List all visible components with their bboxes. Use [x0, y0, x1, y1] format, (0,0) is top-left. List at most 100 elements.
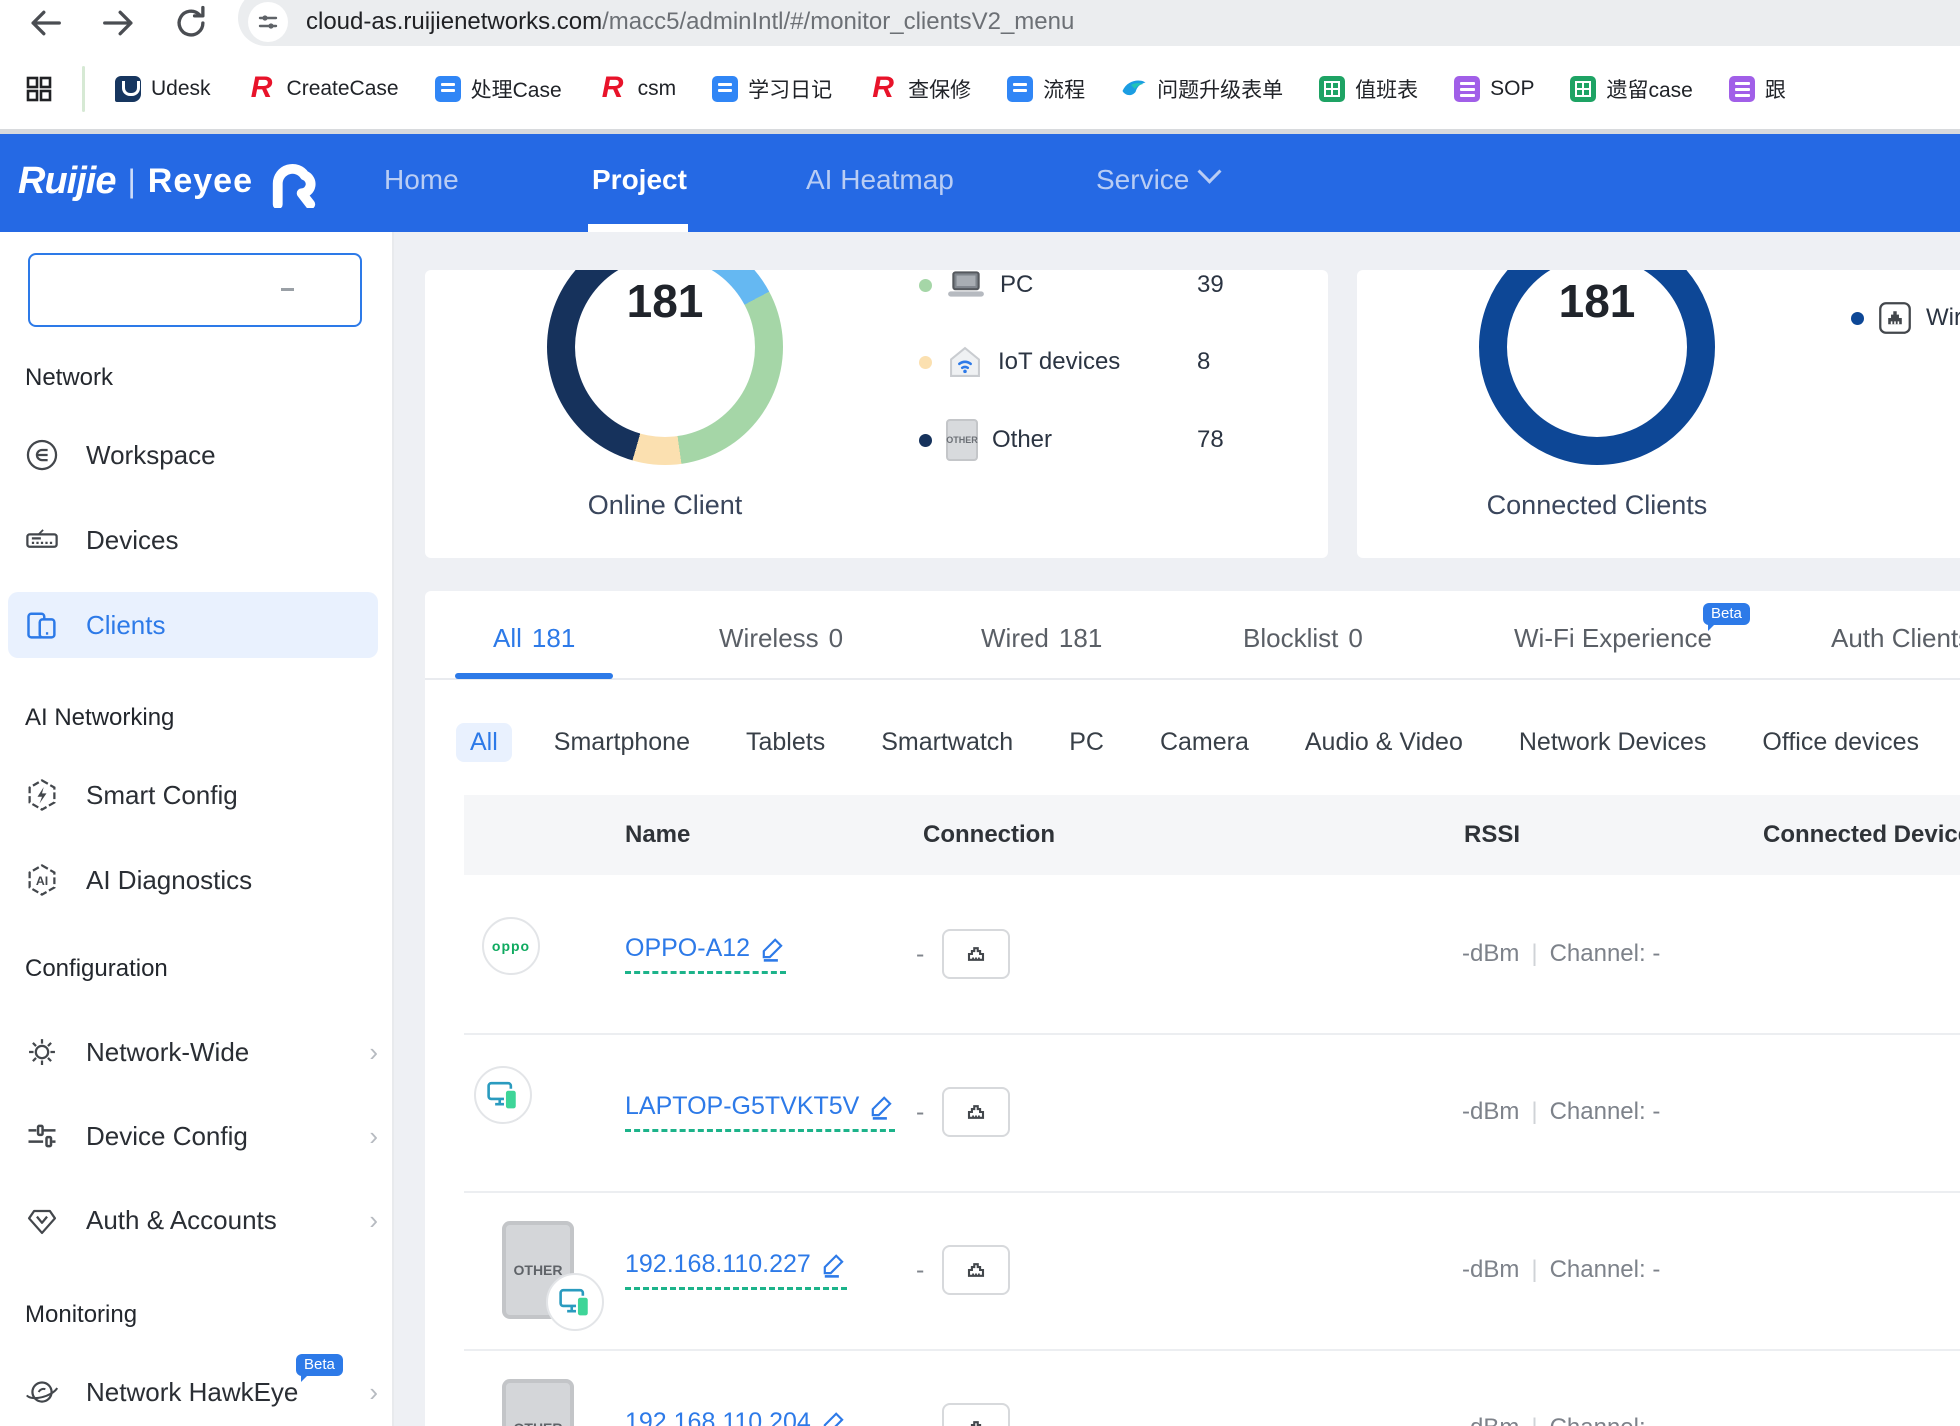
filter-camera[interactable]: Camera — [1160, 728, 1249, 757]
bookmark-handle-case[interactable]: 处理Case — [435, 74, 562, 104]
client-name-link[interactable]: OPPO-A12 — [625, 934, 786, 974]
sidebar-item-devices[interactable]: Devices — [24, 512, 378, 568]
tab-blocklist[interactable]: Blocklist0 — [1243, 623, 1363, 654]
sidebar-item-ai-diagnostics[interactable]: AI AI Diagnostics — [24, 852, 378, 908]
bookmark-label: csm — [638, 77, 677, 101]
online-client-label: Online Client — [547, 490, 783, 521]
bookmark-follow-up[interactable]: 跟 — [1729, 74, 1786, 104]
chevron-right-icon — [369, 1377, 378, 1408]
spreadsheet-icon — [1319, 76, 1345, 102]
bookmark-warranty[interactable]: 查保修 — [868, 74, 971, 104]
sidebar-item-auth-accounts[interactable]: Auth & Accounts — [24, 1192, 378, 1248]
bookmark-sop[interactable]: SOP — [1454, 76, 1534, 102]
bookmarks-divider — [82, 66, 85, 112]
sidebar-item-workspace[interactable]: Workspace — [24, 427, 378, 483]
address-bar[interactable]: cloud-as.ruijienetworks.com/macc5/adminI… — [238, 0, 1960, 46]
sidebar-item-device-config[interactable]: Device Config — [24, 1108, 378, 1164]
clients-icon — [24, 607, 60, 643]
edit-icon[interactable] — [760, 936, 786, 962]
rssi-separator: | — [1531, 1256, 1537, 1284]
tab-label: Auth Clients — [1831, 623, 1960, 653]
client-name-link[interactable]: 192.168.110.227 — [625, 1250, 847, 1290]
reload-icon[interactable] — [172, 4, 210, 42]
nav-project[interactable]: Project — [592, 164, 687, 196]
tab-count: 0 — [829, 623, 843, 653]
edit-icon[interactable] — [821, 1252, 847, 1278]
client-name-link[interactable]: 192.168.110.204 — [625, 1408, 847, 1426]
tab-label: Wireless — [719, 623, 819, 653]
nav-ai-heatmap[interactable]: AI Heatmap — [806, 164, 954, 196]
active-tab-underline — [455, 673, 613, 679]
tab-label: Wi-Fi Experience — [1514, 623, 1712, 653]
url-text[interactable]: cloud-as.ruijienetworks.com/macc5/adminI… — [306, 8, 1074, 36]
rssi-value: -dBm — [1462, 940, 1519, 968]
filter-all[interactable]: All — [456, 723, 512, 762]
table-row: OTHER 192.168.110.204 - — [464, 1349, 1960, 1426]
bookmark-escalation-form[interactable]: 问题升级表单 — [1121, 74, 1283, 104]
document-icon — [712, 76, 738, 102]
column-header-connection: Connection — [923, 795, 1055, 875]
rssi-cell: -dBm | Channel: - — [1462, 1191, 1660, 1349]
bookmark-label: 跟 — [1765, 74, 1786, 104]
tab-wired[interactable]: Wired181 — [981, 623, 1102, 654]
spreadsheet-icon — [1570, 76, 1596, 102]
filter-tablets[interactable]: Tablets — [746, 728, 825, 757]
chevron-right-icon — [369, 1205, 378, 1236]
tab-label: All — [493, 623, 522, 653]
bookmark-udesk[interactable]: Udesk — [115, 76, 211, 102]
oppo-logo: oppo — [492, 938, 530, 954]
bookmarks-bar: Udesk CreateCase 处理Case csm 学习日记 查保修 流程 … — [0, 48, 1960, 130]
wired-connection-button[interactable] — [942, 929, 1010, 979]
edit-icon[interactable] — [869, 1094, 895, 1120]
rssi-value: -dBm — [1462, 1414, 1519, 1426]
smart-config-icon — [24, 777, 60, 813]
wired-connection-button[interactable] — [942, 1403, 1010, 1426]
nav-service[interactable]: Service — [1096, 164, 1218, 196]
wired-connection-button[interactable] — [942, 1245, 1010, 1295]
client-name-link[interactable]: LAPTOP-G5TVKT5V — [625, 1092, 895, 1132]
sidebar-item-clients[interactable]: Clients — [8, 592, 378, 658]
bookmark-label: 问题升级表单 — [1157, 74, 1283, 104]
bookmark-study-diary[interactable]: 学习日记 — [712, 74, 832, 104]
bookmark-legacy-case[interactable]: 遗留case — [1570, 74, 1692, 104]
bookmark-duty-roster[interactable]: 值班表 — [1319, 74, 1418, 104]
device-image: oppo — [502, 945, 510, 963]
bookmark-createcase[interactable]: CreateCase — [247, 74, 399, 104]
brand-ruijie: Ruijie — [18, 160, 115, 203]
sidebar-item-label: AI Diagnostics — [86, 865, 252, 896]
sidebar-item-smart-config[interactable]: Smart Config — [24, 767, 378, 823]
site-settings-icon[interactable] — [248, 2, 288, 42]
bookmark-label: 遗留case — [1606, 74, 1692, 104]
filter-smartwatch[interactable]: Smartwatch — [881, 728, 1013, 757]
filter-office-devices[interactable]: Office devices — [1762, 728, 1919, 757]
legend-label: PC — [1000, 271, 1033, 299]
ruijie-r-icon — [247, 74, 277, 104]
filter-smartphone[interactable]: Smartphone — [554, 728, 690, 757]
forward-icon[interactable] — [100, 4, 138, 42]
sidebar-item-network-wide[interactable]: Network-Wide — [24, 1024, 378, 1080]
legend-value: 39 — [1197, 271, 1224, 299]
wired-connection-button[interactable] — [942, 1087, 1010, 1137]
apps-grid-icon[interactable] — [26, 76, 52, 102]
network-selector[interactable] — [28, 253, 362, 327]
sidebar-item-label: Workspace — [86, 440, 216, 471]
sidebar-item-label: Auth & Accounts — [86, 1205, 277, 1236]
bookmark-csm[interactable]: csm — [598, 74, 677, 104]
back-icon[interactable] — [26, 4, 64, 42]
bookmark-process[interactable]: 流程 — [1007, 74, 1085, 104]
edit-icon[interactable] — [821, 1410, 847, 1426]
filter-network-devices[interactable]: Network Devices — [1519, 728, 1707, 757]
tab-all[interactable]: All181 — [493, 623, 575, 654]
filter-pc[interactable]: PC — [1069, 728, 1104, 757]
tab-auth-clients[interactable]: Auth Clients — [1831, 623, 1960, 654]
device-image: OTHER — [502, 1379, 574, 1426]
client-name: 192.168.110.204 — [625, 1408, 811, 1426]
url-path: /macc5/adminIntl/#/monitor_clientsV2_men… — [602, 8, 1074, 35]
legend-dot-iot — [919, 356, 932, 369]
tab-wireless[interactable]: Wireless 0 — [719, 623, 843, 654]
tab-wifi-experience[interactable]: Wi-Fi Experience — [1514, 623, 1712, 654]
filter-audio-video[interactable]: Audio & Video — [1305, 728, 1463, 757]
sidebar-item-network-hawkeye[interactable]: Network HawkEye — [24, 1364, 378, 1420]
bookmark-label: Udesk — [151, 77, 211, 101]
nav-home[interactable]: Home — [384, 164, 459, 196]
